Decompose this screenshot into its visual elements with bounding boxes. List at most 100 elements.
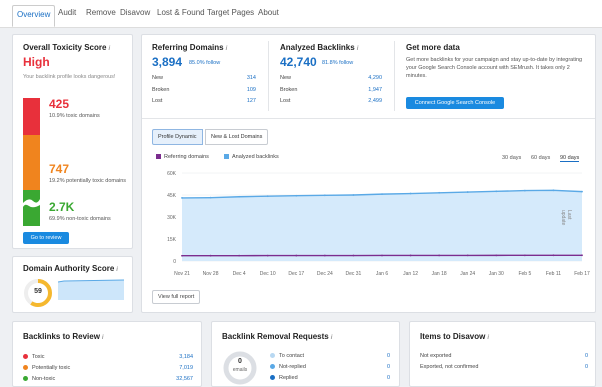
review-non-toxic-value[interactable]: 32,567	[163, 376, 193, 382]
potential-bar	[23, 135, 40, 190]
connect-gsc-button[interactable]: Connect Google Search Console	[406, 97, 504, 109]
backlinks-value[interactable]: 42,740	[280, 55, 317, 69]
toxic-bar	[23, 98, 40, 135]
backlinks-broken-value[interactable]: 1,947	[357, 87, 382, 93]
non-toxic-count: 2.7K	[49, 200, 75, 214]
data-point	[438, 254, 441, 257]
data-point	[581, 190, 583, 193]
info-icon[interactable]: i	[102, 335, 104, 341]
backlinks-lost-label: Lost	[280, 98, 291, 104]
removal-not-replied-value: 0	[386, 364, 390, 370]
data-point	[409, 192, 412, 195]
review-title: Backlinks to Review	[23, 332, 100, 341]
info-icon[interactable]: i	[108, 46, 110, 52]
removal-replied-value: 0	[386, 375, 390, 381]
authority-sparkline	[58, 279, 124, 300]
main-card: Referring Domains i 3,894 85.0% follow Ne…	[141, 34, 596, 313]
legend-referring[interactable]: Referring domains	[156, 154, 209, 160]
authority-title: Domain Authority Score	[23, 264, 115, 273]
range-30[interactable]: 30 days	[502, 155, 521, 161]
data-point	[209, 254, 212, 257]
last-update-label: Last update	[560, 210, 572, 226]
potential-count: 747	[49, 162, 70, 176]
donut-label: emails	[232, 367, 248, 373]
referring-value[interactable]: 3,894	[152, 55, 182, 69]
referring-new-label: New	[152, 75, 164, 81]
backlinks-title: Analyzed Backlinks	[280, 43, 355, 52]
profile-chart: 0 15K 30K 45K 60K Nov 21 Nov 28 Dec 4 Dec 10 Dec …	[167, 171, 590, 277]
x-tick-label: Dec 10	[260, 271, 276, 277]
legend-backlinks[interactable]: Analyzed backlinks	[224, 154, 279, 160]
toxicity-desc: Your backlink profile looks dangerous!	[23, 74, 116, 80]
tab-new-lost-domains[interactable]: New & Lost Domains	[205, 129, 269, 145]
x-tick-label: Feb 17	[574, 271, 590, 277]
backlinks-new-value[interactable]: 4,290	[357, 75, 382, 81]
review-toxic-value[interactable]: 3,184	[163, 354, 193, 360]
donut-value: 0	[238, 358, 242, 365]
data-point	[495, 190, 498, 193]
data-point	[209, 196, 212, 199]
authority-card: Domain Authority Score i 59	[12, 256, 133, 313]
referring-broken-value[interactable]: 109	[232, 87, 256, 93]
x-tick-label: Nov 21	[174, 271, 190, 277]
go-to-review-button[interactable]: Go to review	[23, 232, 69, 244]
info-icon[interactable]: i	[226, 46, 228, 52]
backlinks-lost-value[interactable]: 2,499	[357, 98, 382, 104]
referring-new-value[interactable]: 314	[232, 75, 256, 81]
disavow-not-exported: Not exported	[420, 353, 452, 359]
divider	[394, 41, 395, 111]
data-point	[323, 254, 326, 257]
info-icon[interactable]: i	[357, 46, 359, 52]
backlinks-broken-label: Broken	[280, 87, 298, 93]
referring-follow: 85.0% follow	[189, 60, 221, 66]
tab-disavow[interactable]: Disavow	[120, 8, 150, 17]
info-icon[interactable]: i	[116, 267, 118, 273]
disavow-exported-not-confirmed: Exported, not confirmed	[420, 364, 479, 370]
x-tick-label: Dec 24	[317, 271, 333, 277]
divider	[142, 118, 595, 119]
tab-target-pages[interactable]: Target Pages	[207, 8, 254, 17]
review-toxic[interactable]: Toxic	[23, 354, 45, 360]
tab-lost-found[interactable]: Lost & Found	[157, 8, 205, 17]
range-90[interactable]: 90 days	[560, 155, 580, 162]
non-toxic-bar-wave	[23, 199, 40, 208]
x-tick-label: Jan 12	[403, 271, 418, 277]
data-point	[266, 195, 269, 198]
getdata-text: Get more backlinks for your campaign and…	[406, 57, 583, 79]
data-point	[523, 254, 526, 257]
info-icon[interactable]: i	[331, 335, 333, 341]
y-tick-label: 45K	[167, 193, 177, 199]
x-tick-label: Jan 30	[489, 271, 504, 277]
authority-score: 59	[34, 288, 42, 295]
info-icon[interactable]: i	[487, 335, 489, 341]
tab-audit[interactable]: Audit	[58, 8, 76, 17]
review-non-toxic[interactable]: Non-toxic	[23, 376, 55, 382]
removal-to-contact[interactable]: To contact	[270, 353, 304, 359]
data-point	[552, 254, 555, 257]
tab-remove[interactable]: Remove	[86, 8, 116, 17]
backlinks-follow: 81.8% follow	[322, 60, 354, 66]
tab-about[interactable]: About	[258, 8, 279, 17]
removal-replied[interactable]: Replied	[270, 375, 298, 381]
top-tab-bar: Overview Audit Remove Disavow Lost & Fou…	[0, 0, 602, 28]
range-60[interactable]: 60 days	[531, 155, 550, 161]
removal-not-replied[interactable]: Not-replied	[270, 364, 306, 370]
referring-lost-value[interactable]: 127	[232, 98, 256, 104]
x-tick-label: Nov 28	[203, 271, 219, 277]
y-tick-label: 0	[173, 259, 176, 265]
view-full-report-button[interactable]: View full report	[152, 290, 201, 304]
data-point	[295, 194, 298, 197]
x-tick-label: Jan 6	[376, 271, 388, 277]
data-point	[466, 191, 469, 193]
tab-profile-dynamic[interactable]: Profile Dynamic	[152, 129, 203, 145]
data-point	[409, 254, 412, 257]
legend-backlinks-label: Analyzed backlinks	[232, 154, 279, 160]
tab-overview[interactable]: Overview	[12, 5, 56, 27]
toxicity-title: Overall Toxicity Score	[23, 43, 107, 52]
review-card: Backlinks to Review i Toxic 3,184 Potenti…	[12, 321, 202, 387]
data-point	[323, 194, 326, 197]
data-point	[552, 189, 555, 192]
review-potential-value[interactable]: 7,019	[163, 365, 193, 371]
review-potential[interactable]: Potentially toxic	[23, 365, 70, 371]
x-tick-label: Feb 5	[518, 271, 531, 277]
